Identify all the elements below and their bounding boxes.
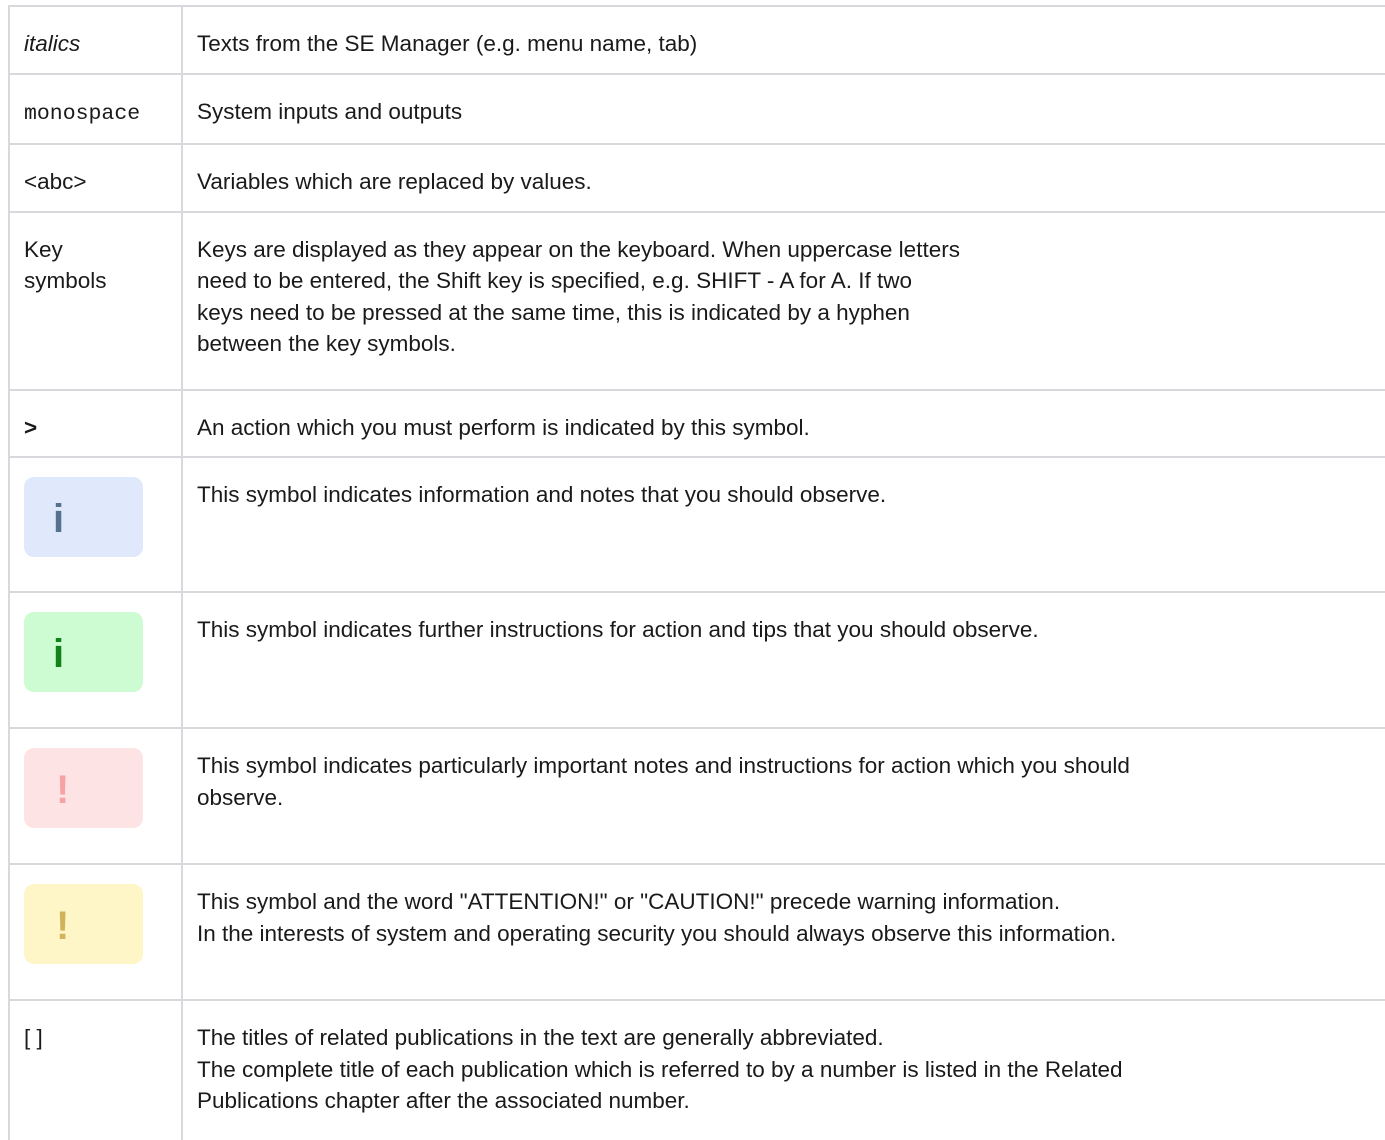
description-text: between the key symbols. [197, 331, 456, 356]
description-cell: This symbol indicates particularly impor… [181, 727, 1385, 865]
symbol-text: <abc> [24, 169, 87, 194]
symbol-cell: italics [8, 5, 183, 75]
description-text: System inputs and outputs [197, 98, 463, 124]
symbol-text: [ ] [24, 1025, 43, 1050]
description-cell: Keys are displayed as they appear on the… [181, 210, 1385, 391]
table-row: <abc> Variables which are replaced by va… [8, 143, 1385, 213]
table-row: i This symbol indicates further instruct… [8, 591, 1385, 729]
description-text: In the interests of system and operating… [197, 920, 1117, 946]
description-text: Texts from the SE Manager (e.g. menu nam… [197, 31, 698, 56]
symbol-cell: <abc> [8, 143, 183, 213]
description-text: This symbol indicates information and no… [197, 482, 887, 507]
symbol-cell: i [8, 591, 183, 729]
description-cell: This symbol indicates further instructio… [181, 591, 1385, 729]
description-text: This symbol indicates particularly impor… [197, 753, 1130, 778]
important-icon-glyph: ! [56, 768, 70, 812]
description-text: Keys are displayed as they appear on the… [197, 236, 960, 262]
description-cell: This symbol and the word "ATTENTION!" or… [181, 863, 1385, 1001]
table-row: i This symbol indicates information and … [8, 456, 1385, 593]
description-text: This symbol and the word "ATTENTION!" or… [197, 889, 1061, 914]
symbol-cell: ! [8, 863, 183, 1001]
description-cell: Texts from the SE Manager (e.g. menu nam… [181, 5, 1385, 75]
table-row: > An action which you must perform is in… [8, 388, 1385, 458]
symbol-cell: monospace [8, 72, 183, 145]
symbol-cell: i [8, 456, 183, 593]
symbol-cell: ! [8, 727, 183, 865]
notational-conventions-table: italics Texts from the SE Manager (e.g. … [8, 5, 1385, 1140]
symbol-cell: Key symbols [8, 210, 183, 391]
description-cell: The titles of related publications in th… [181, 999, 1385, 1140]
description-cell: Variables which are replaced by values. [181, 143, 1385, 213]
description-text: keys need to be pressed at the same time… [197, 299, 910, 325]
symbol-text: monospace [24, 101, 141, 126]
info-icon: i [24, 477, 143, 557]
symbol-cell: [ ] [8, 999, 183, 1140]
description-text: Variables which are replaced by values. [197, 169, 592, 194]
tip-icon-glyph: i [53, 632, 65, 676]
description-text: The titles of related publications in th… [197, 1025, 884, 1050]
table-row: monospace System inputs and outputs [8, 72, 1385, 145]
description-text: Publications chapter after the associate… [197, 1088, 690, 1113]
description-text: This symbol indicates further instructio… [197, 617, 1039, 642]
table-row: ! This symbol and the word "ATTENTION!" … [8, 863, 1385, 1001]
description-cell: An action which you must perform is indi… [181, 388, 1385, 458]
table-row: italics Texts from the SE Manager (e.g. … [8, 5, 1385, 75]
symbol-cell: > [8, 388, 183, 458]
symbol-text: symbols [24, 268, 107, 293]
action-symbol: > [24, 414, 38, 440]
description-text: The complete title of each publication w… [197, 1056, 1123, 1082]
table-row: ! This symbol indicates particularly imp… [8, 727, 1385, 865]
table-row: Key symbols Keys are displayed as they a… [8, 210, 1385, 391]
table-row: [ ] The titles of related publications i… [8, 999, 1385, 1140]
important-icon: ! [24, 748, 143, 828]
symbol-text: italics [24, 31, 81, 56]
info-icon-glyph: i [53, 497, 65, 541]
tip-icon: i [24, 612, 143, 692]
warning-icon: ! [24, 884, 143, 964]
description-text: observe. [197, 784, 284, 810]
description-text: An action which you must perform is indi… [197, 414, 810, 440]
warning-icon-glyph: ! [56, 904, 70, 948]
description-cell: System inputs and outputs [181, 72, 1385, 145]
description-cell: This symbol indicates information and no… [181, 456, 1385, 593]
description-text: need to be entered, the Shift key is spe… [197, 268, 912, 293]
symbol-text: Key [24, 236, 63, 262]
